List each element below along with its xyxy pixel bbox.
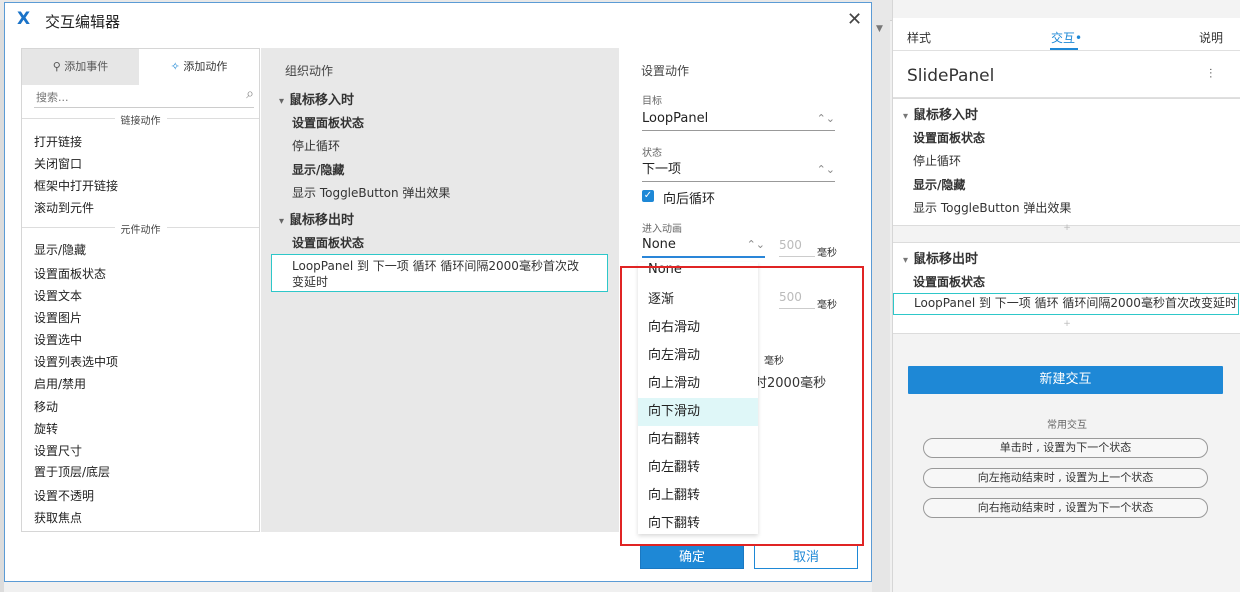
- tab-add-event[interactable]: ⚲ 添加事件: [22, 49, 139, 85]
- action-library-panel: ⚲ 添加事件 ✧ 添加动作 ⌕ 链接动作 打开链接 关闭窗口 框架中打开链接 滚…: [21, 48, 260, 532]
- new-interaction-button[interactable]: 新建交互: [908, 366, 1223, 394]
- enter-anim-label: 进入动画: [642, 224, 682, 235]
- enter-duration-input[interactable]: 500: [779, 238, 815, 257]
- insp-action-set-panel-state-2[interactable]: 设置面板状态: [913, 273, 985, 290]
- action-close-window[interactable]: 关闭窗口: [34, 155, 82, 172]
- cancel-button[interactable]: 取消: [754, 545, 858, 569]
- event-card-mouse-enter: 鼠标移入时 设置面板状态 停止循环 显示/隐藏 显示 ToggleButton …: [893, 98, 1240, 233]
- state-label: 状态: [642, 148, 662, 159]
- event-group-mouse-enter[interactable]: 鼠标移入时: [279, 89, 354, 108]
- organize-actions-title: 组织动作: [285, 64, 334, 78]
- inspector-tabs: 样式 交互• 说明: [893, 18, 1240, 51]
- annotation-highlight-box: [620, 266, 864, 546]
- action-show-hide[interactable]: 显示/隐藏: [34, 241, 86, 258]
- add-action-plus[interactable]: +: [893, 223, 1240, 233]
- selected-action-row[interactable]: LoopPanel 到 下一项 循环 循环间隔2000毫秒首次改变延时: [271, 254, 608, 292]
- background-gap: [872, 20, 890, 592]
- action-focus[interactable]: 获取焦点: [34, 509, 82, 526]
- mid-action-stop-loop[interactable]: 停止循环: [292, 137, 340, 154]
- loop-checkbox-label: 向后循环: [663, 192, 716, 207]
- event-icon: ⚲: [52, 60, 61, 73]
- action-set-image[interactable]: 设置图片: [34, 309, 82, 326]
- common-drag-right-button[interactable]: 向右拖动结束时 , 设置为下一个状态: [923, 498, 1208, 518]
- action-bring-front-back[interactable]: 置于顶层/底层: [34, 463, 110, 480]
- common-click-next-button[interactable]: 单击时 , 设置为下一个状态: [923, 438, 1208, 458]
- search-icon[interactable]: ⌕: [246, 86, 254, 102]
- tab-style[interactable]: 样式: [907, 29, 931, 46]
- search-box: ⌕: [34, 85, 254, 108]
- event-mouse-leave-heading[interactable]: 鼠标移出时: [903, 248, 978, 267]
- sparkle-icon: ✧: [170, 60, 180, 73]
- close-icon[interactable]: ✕: [847, 9, 862, 30]
- insp-action-show-hide[interactable]: 显示/隐藏: [913, 176, 965, 193]
- tab-add-action[interactable]: ✧ 添加动作: [139, 49, 259, 85]
- state-value: 下一项: [642, 162, 682, 177]
- event-card-mouse-leave: 鼠标移出时 设置面板状态 +: [893, 242, 1240, 334]
- dialog-title: 交互编辑器: [45, 13, 121, 31]
- mid-action-set-panel-state[interactable]: 设置面板状态: [292, 114, 364, 131]
- widget-name: SlidePanel: [907, 66, 995, 86]
- mid-action-show-hide[interactable]: 显示/隐藏: [292, 161, 344, 178]
- widget-name-area: SlidePanel ⫶: [893, 51, 1240, 98]
- mid-action-set-panel-state-2[interactable]: 设置面板状态: [292, 234, 364, 251]
- action-rotate[interactable]: 旋转: [34, 420, 58, 437]
- action-move[interactable]: 移动: [34, 398, 58, 415]
- active-tab-underline: [1050, 48, 1078, 50]
- insp-action-set-panel-state[interactable]: 设置面板状态: [913, 129, 985, 146]
- insp-selected-action[interactable]: LoopPanel 到 下一项 循环 循环间隔2000毫秒首次改变延时: [893, 293, 1239, 315]
- event-group-mouse-leave[interactable]: 鼠标移出时: [279, 209, 354, 228]
- app-logo-icon: X: [17, 9, 31, 29]
- section-link-label: 链接动作: [114, 112, 167, 127]
- updown-chevron-icon: ⌃⌄: [816, 112, 835, 125]
- target-value: LoopPanel: [642, 111, 709, 126]
- section-link-actions: 链接动作: [22, 112, 259, 133]
- inspector-panel: 样式 交互• 说明 SlidePanel ⫶ 鼠标移入时 设置面板状态 停止循环…: [892, 0, 1240, 592]
- active-dot-icon: •: [1075, 31, 1083, 45]
- state-select[interactable]: 下一项 ⌃⌄: [642, 159, 835, 182]
- event-mouse-enter-heading[interactable]: 鼠标移入时: [903, 104, 978, 123]
- action-scroll-to-widget[interactable]: 滚动到元件: [34, 199, 94, 216]
- section-widget-actions: 元件动作: [22, 221, 259, 242]
- tab-add-action-label: 添加动作: [183, 60, 228, 73]
- dropdown-arrow-icon[interactable]: ▼: [876, 24, 886, 34]
- target-select[interactable]: LoopPanel ⌃⌄: [642, 108, 835, 131]
- sliders-icon[interactable]: ⫶: [1209, 67, 1212, 82]
- common-drag-left-button[interactable]: 向左拖动结束时 , 设置为上一个状态: [923, 468, 1208, 488]
- insp-action-show-toggle[interactable]: 显示 ToggleButton 弹出效果: [913, 199, 1071, 216]
- action-enable-disable[interactable]: 启用/禁用: [34, 375, 86, 392]
- action-set-list-selected[interactable]: 设置列表选中项: [34, 353, 118, 370]
- target-label: 目标: [642, 96, 662, 107]
- insp-action-stop-loop[interactable]: 停止循环: [913, 152, 961, 169]
- action-set-text[interactable]: 设置文本: [34, 287, 82, 304]
- search-input[interactable]: [34, 87, 228, 107]
- tab-notes[interactable]: 说明: [1199, 29, 1223, 46]
- updown-chevron-icon: ⌃⌄: [746, 238, 765, 251]
- action-set-panel-state[interactable]: 设置面板状态: [34, 265, 106, 282]
- enter-duration-unit: 毫秒: [817, 248, 837, 259]
- mid-action-show-toggle[interactable]: 显示 ToggleButton 弹出效果: [292, 184, 450, 201]
- loop-checkbox[interactable]: ✓: [642, 190, 654, 202]
- ok-button[interactable]: 确定: [640, 545, 744, 569]
- tab-interaction[interactable]: 交互•: [1051, 29, 1082, 46]
- common-interactions-label: 常用交互: [1047, 420, 1087, 431]
- action-open-link[interactable]: 打开链接: [34, 133, 82, 150]
- organize-actions-panel: 组织动作 鼠标移入时 设置面板状态 停止循环 显示/隐藏 显示 ToggleBu…: [261, 48, 619, 532]
- updown-chevron-icon: ⌃⌄: [816, 163, 835, 176]
- enter-anim-value: None: [642, 237, 676, 252]
- tab-add-event-label: 添加事件: [64, 60, 109, 73]
- enter-anim-select[interactable]: None ⌃⌄: [642, 234, 765, 258]
- action-set-selected[interactable]: 设置选中: [34, 331, 82, 348]
- section-widget-label: 元件动作: [114, 221, 167, 236]
- tab-interaction-label: 交互: [1051, 31, 1076, 45]
- add-action-plus-2[interactable]: +: [893, 319, 1240, 329]
- configure-action-title: 设置动作: [641, 64, 690, 78]
- action-open-in-frame[interactable]: 框架中打开链接: [34, 177, 118, 194]
- action-set-size[interactable]: 设置尺寸: [34, 442, 82, 459]
- action-set-opacity[interactable]: 设置不透明: [34, 487, 94, 504]
